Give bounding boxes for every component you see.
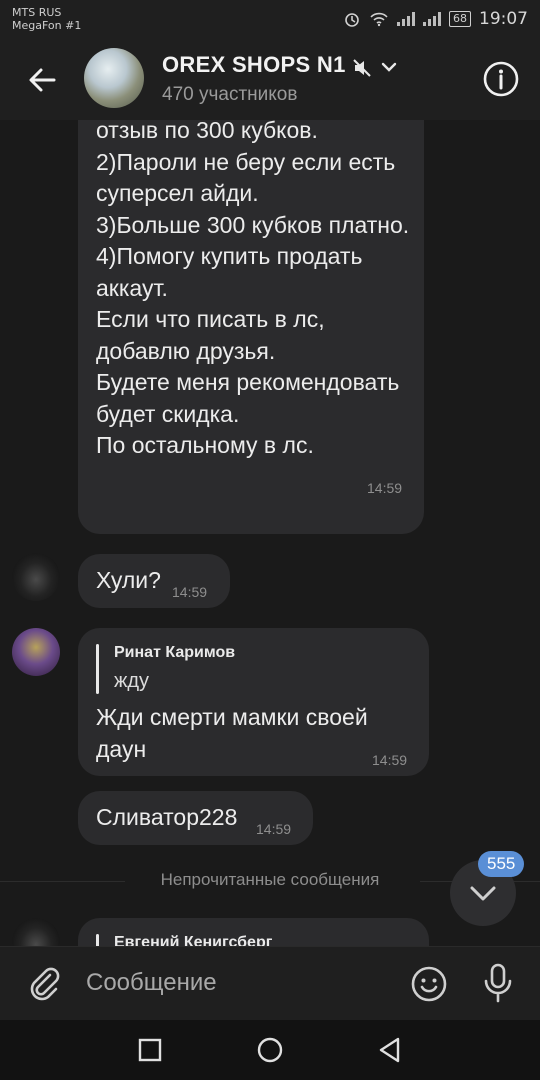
chat-title[interactable]: OREX SHOPS N1	[162, 52, 346, 78]
chat-header: OREX SHOPS N1 470 участников	[0, 40, 540, 120]
message-list[interactable]: отзыв по 300 кубков. 2)Пароли не беру ес…	[0, 120, 540, 946]
message-bubble[interactable]: Евгений Кенигсберг	[78, 918, 429, 946]
avatar[interactable]	[12, 628, 60, 676]
nav-home-icon[interactable]	[256, 1036, 284, 1064]
reply-author: Евгений Кенигсберг	[114, 934, 273, 946]
mic-icon[interactable]	[482, 963, 514, 1003]
reply-quote-bar	[96, 644, 99, 694]
message-bubble[interactable]: Сливатор228 14:59	[78, 791, 313, 845]
message-bubble[interactable]: Хули? 14:59	[78, 554, 230, 608]
avatar[interactable]	[12, 553, 60, 601]
reply-quote-bar	[96, 934, 99, 946]
attach-icon[interactable]	[26, 965, 62, 1001]
message-bubble[interactable]: Ринат Каримов жду Жди смерти мамки своей…	[78, 628, 429, 776]
carrier-1: MTS RUS	[12, 6, 62, 19]
message-text: Сливатор228	[96, 804, 238, 830]
unread-count-badge: 555	[478, 851, 525, 877]
message-time: 14:59	[256, 821, 292, 837]
chevron-down-icon[interactable]	[380, 58, 398, 76]
reply-author: Ринат Каримов	[114, 644, 236, 661]
wifi-icon	[370, 12, 388, 27]
message-text: Хули?	[96, 567, 161, 593]
emoji-icon[interactable]	[410, 965, 448, 1003]
chat-members-count: 470 участников	[162, 84, 298, 105]
signal-1-icon	[397, 12, 415, 26]
alarm-icon	[345, 13, 359, 27]
back-arrow-icon[interactable]	[24, 62, 60, 98]
message-time: 14:59	[372, 752, 408, 768]
battery-icon: 68	[449, 11, 471, 27]
status-icons: 68 19:07	[343, 8, 528, 30]
nav-back-icon[interactable]	[376, 1036, 404, 1064]
carrier-2: MegaFon #1	[12, 19, 82, 32]
message-composer: Сообщение	[0, 946, 540, 1021]
info-icon[interactable]	[482, 60, 520, 98]
message-bubble[interactable]: отзыв по 300 кубков. 2)Пароли не беру ес…	[78, 120, 424, 534]
message-time: 14:59	[367, 480, 403, 496]
system-nav-bar	[0, 1020, 540, 1080]
chat-avatar[interactable]	[84, 48, 144, 108]
status-bar: MTS RUS MegaFon #1 68 19:07	[0, 0, 540, 40]
nav-recent-icon[interactable]	[136, 1036, 164, 1064]
reply-text: жду	[114, 670, 150, 692]
avatar[interactable]	[12, 918, 60, 946]
message-input[interactable]: Сообщение	[86, 969, 217, 997]
carrier-info: MTS RUS MegaFon #1	[12, 6, 81, 32]
clock: 19:07	[479, 9, 528, 29]
mute-icon	[353, 59, 371, 77]
message-time: 14:59	[172, 584, 208, 600]
signal-2-icon	[423, 12, 441, 26]
message-text: Жди смерти мамки своей даун	[96, 704, 368, 762]
message-text: отзыв по 300 кубков. 2)Пароли не беру ес…	[96, 120, 410, 458]
